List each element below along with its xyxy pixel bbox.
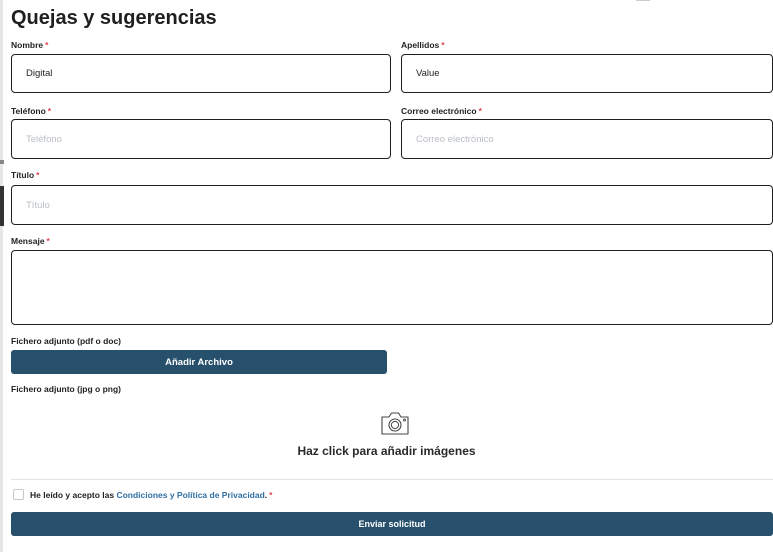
apellidos-input[interactable] xyxy=(401,54,773,93)
background-top-hint xyxy=(636,0,650,4)
image-dropzone-text[interactable]: Haz click para añadir imágenes xyxy=(0,444,773,458)
privacy-checkbox[interactable] xyxy=(13,489,24,500)
nombre-input[interactable] xyxy=(11,54,391,93)
required-mark: * xyxy=(478,106,482,116)
divider xyxy=(11,479,773,480)
required-mark: * xyxy=(47,106,52,116)
submit-button[interactable]: Enviar solicitud xyxy=(11,512,773,536)
mensaje-textarea[interactable] xyxy=(11,250,773,325)
required-mark: * xyxy=(441,40,445,50)
telefono-label: Teléfono * xyxy=(11,106,52,116)
adjunto-doc-label: Fichero adjunto (pdf o doc) xyxy=(11,336,122,346)
required-mark: * xyxy=(46,236,50,246)
apellidos-label: Apellidos * xyxy=(401,40,445,50)
correo-label: Correo electrónico * xyxy=(401,106,482,116)
nombre-label: Nombre * xyxy=(11,40,49,50)
privacy-policy-link[interactable]: Condiciones y Política de Privacidad xyxy=(116,490,264,500)
adjunto-img-label: Fichero adjunto (jpg o png) xyxy=(11,384,122,394)
camera-icon[interactable] xyxy=(379,409,411,442)
add-file-button[interactable]: Añadir Archivo xyxy=(11,350,387,374)
telefono-input[interactable] xyxy=(11,119,391,159)
background-edge-mark xyxy=(0,160,4,164)
mensaje-label: Mensaje * xyxy=(11,236,50,246)
required-mark: * xyxy=(269,490,273,500)
page-left-edge xyxy=(0,0,3,552)
titulo-input[interactable] xyxy=(11,185,773,225)
background-edge-mark xyxy=(0,186,4,226)
required-mark: * xyxy=(36,170,40,180)
page-title: Quejas y sugerencias xyxy=(11,7,217,29)
correo-input[interactable] xyxy=(401,119,773,159)
required-mark: * xyxy=(45,40,49,50)
titulo-label: Título * xyxy=(11,170,40,180)
privacy-consent-text: He leído y acepto las Condiciones y Polí… xyxy=(30,490,273,500)
